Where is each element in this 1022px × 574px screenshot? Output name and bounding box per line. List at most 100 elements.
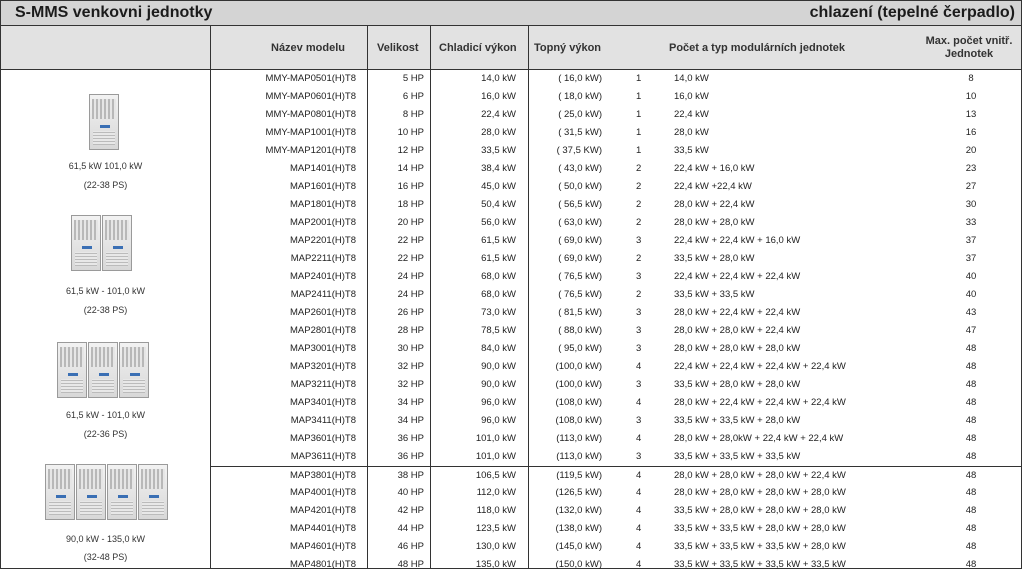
cell-count: 4 xyxy=(636,470,642,481)
cell-modules: 28,0 kW + 28,0 kW xyxy=(674,217,755,228)
cell-modules: 22,4 kW + 22,4 kW + 22,4 kW xyxy=(674,271,801,282)
cell-heating: ( 43,0 kW) xyxy=(558,163,602,174)
cell-model: MAP4801(H)T8 xyxy=(290,559,356,570)
cell-cooling: 101,0 kW xyxy=(475,451,516,462)
cell-model: MAP4201(H)T8 xyxy=(290,505,356,516)
cell-max: 48 xyxy=(965,451,977,462)
cell-heating: ( 95,0 kW) xyxy=(558,343,602,354)
cell-model: MAP3001(H)T8 xyxy=(290,343,356,354)
cell-max: 37 xyxy=(965,235,977,246)
cell-size: 8 HP xyxy=(402,109,424,120)
cell-model: MAP3611(H)T8 xyxy=(290,451,356,462)
cell-modules: 33,5 kW + 28,0 kW + 28,0 kW + 28,0 kW xyxy=(674,505,846,516)
cell-size: 20 HP xyxy=(397,217,424,228)
cell-model: MAP1401(H)T8 xyxy=(290,163,356,174)
cell-modules: 33,5 kW + 33,5 kW + 28,0 kW + 28,0 kW xyxy=(674,523,846,534)
spec-table-page: S-MMS venkovni jednotky chlazení (tepeln… xyxy=(0,0,1022,570)
table-row: MAP2401(H)T8 24 HP 68,0 kW ( 76,5 kW) 3 22,4 … xyxy=(211,268,1021,286)
cell-max: 48 xyxy=(965,470,977,481)
cell-size: 38 HP xyxy=(397,470,424,481)
outdoor-unit-single-icon xyxy=(89,94,119,150)
cell-max: 20 xyxy=(965,145,977,156)
cell-heating: ( 31,5 kW) xyxy=(558,127,602,138)
table-row: MAP1801(H)T8 18 HP 50,4 kW ( 56,5 kW) 2 28,0 … xyxy=(211,196,1021,214)
table-row: MAP1401(H)T8 14 HP 38,4 kW ( 43,0 kW) 2 22,4 … xyxy=(211,160,1021,178)
group-3-ps: (22-36 PS) xyxy=(83,429,128,439)
cell-cooling: 56,0 kW xyxy=(481,217,516,228)
cell-modules: 33,5 kW + 28,0 kW + 28,0 kW xyxy=(674,379,801,390)
header-modules: Počet a typ modulárních jednotek xyxy=(669,41,846,54)
outdoor-unit-double-icon xyxy=(71,215,132,271)
cell-count: 1 xyxy=(636,145,642,156)
cell-cooling: 33,5 kW xyxy=(481,145,516,156)
cell-cooling: 22,4 kW xyxy=(481,109,516,120)
cell-modules: 28,0 kW + 28,0 kW + 22,4 kW xyxy=(674,325,801,336)
cell-count: 2 xyxy=(636,253,642,264)
cell-heating: (113,0 kW) xyxy=(556,433,602,444)
cell-max: 30 xyxy=(965,199,977,210)
cell-cooling: 16,0 kW xyxy=(481,91,516,102)
outdoor-unit-quad-icon xyxy=(45,464,168,520)
cell-model: MAP3801(H)T8 xyxy=(290,470,356,481)
table-row: MAP3601(H)T8 36 HP 101,0 kW (113,0 kW) 4 28,0… xyxy=(211,430,1021,448)
cell-size: 24 HP xyxy=(397,289,424,300)
table-row: MMY-MAP1201(H)T8 12 HP 33,5 kW ( 37,5 KW) 1 3… xyxy=(211,142,1021,160)
cell-heating: ( 56,5 kW) xyxy=(558,199,602,210)
cell-max: 40 xyxy=(965,271,977,282)
cell-max: 48 xyxy=(965,433,977,444)
table-row: MAP3801(H)T8 38 HP 106,5 kW (119,5 kW) 4 28,0… xyxy=(211,466,1021,484)
cell-count: 4 xyxy=(636,505,642,516)
cell-cooling: 50,4 kW xyxy=(481,199,516,210)
cell-size: 10 HP xyxy=(397,127,424,138)
cell-heating: ( 63,0 kW) xyxy=(558,217,602,228)
table-row: MAP3201(H)T8 32 HP 90,0 kW (100,0 kW) 4 22,4 … xyxy=(211,358,1021,376)
cell-max: 48 xyxy=(965,397,977,408)
table-row: MAP4201(H)T8 42 HP 118,0 kW (132,0 kW) 4 33,5… xyxy=(211,502,1021,520)
cell-size: 46 HP xyxy=(397,541,424,552)
cell-size: 36 HP xyxy=(397,433,424,444)
cell-model: MAP4001(H)T8 xyxy=(290,487,356,498)
cell-model: MAP4601(H)T8 xyxy=(290,541,356,552)
cell-size: 32 HP xyxy=(397,379,424,390)
cell-count: 4 xyxy=(636,433,642,444)
cell-count: 1 xyxy=(636,73,642,84)
cell-heating: ( 76,5 kW) xyxy=(558,289,602,300)
cell-count: 3 xyxy=(636,415,642,426)
table-header: Název modelu Velikost Chladicí výkon Top… xyxy=(1,26,1021,70)
cell-cooling: 96,0 kW xyxy=(481,397,516,408)
cell-size: 42 HP xyxy=(397,505,424,516)
cell-heating: (138,0 kW) xyxy=(555,523,602,534)
cell-cooling: 123,5 kW xyxy=(475,523,516,534)
cell-size: 22 HP xyxy=(397,253,424,264)
cell-model: MAP2201(H)T8 xyxy=(290,235,356,246)
cell-model: MAP3201(H)T8 xyxy=(290,361,356,372)
cell-size: 12 HP xyxy=(397,145,424,156)
cell-heating: ( 69,0 kW) xyxy=(558,235,602,246)
cell-modules: 22,4 kW xyxy=(674,109,709,120)
cell-cooling: 14,0 kW xyxy=(481,73,516,84)
cell-model: MAP3601(H)T8 xyxy=(290,433,356,444)
group-1-range: 61,5 kW 101,0 kW xyxy=(68,161,143,171)
cell-modules: 28,0 kW + 28,0 kW + 28,0 kW + 22,4 kW xyxy=(674,470,846,481)
cell-modules: 33,5 kW + 33,5 kW + 28,0 kW xyxy=(674,415,801,426)
cell-max: 27 xyxy=(965,181,977,192)
header-max-line1: Max. počet vnitř. xyxy=(925,34,1013,47)
cell-model: MAP3411(H)T8 xyxy=(290,415,356,426)
cell-size: 40 HP xyxy=(397,487,424,498)
cell-modules: 22,4 kW + 16,0 kW xyxy=(674,163,755,174)
group-2-ps: (22-38 PS) xyxy=(83,305,128,315)
header-cooling: Chladicí výkon xyxy=(439,41,517,54)
cell-count: 3 xyxy=(636,451,642,462)
table-row: MAP2801(H)T8 28 HP 78,5 kW ( 88,0 kW) 3 28,0 … xyxy=(211,322,1021,340)
cell-model: MMY-MAP0801(H)T8 xyxy=(265,109,356,120)
cell-max: 48 xyxy=(965,523,977,534)
cell-cooling: 90,0 kW xyxy=(481,361,516,372)
cell-size: 32 HP xyxy=(397,361,424,372)
cell-max: 8 xyxy=(968,73,974,84)
cell-max: 48 xyxy=(965,487,977,498)
cell-count: 4 xyxy=(636,559,642,570)
cell-modules: 22,4 kW + 22,4 kW + 16,0 kW xyxy=(674,235,801,246)
cell-max: 43 xyxy=(965,307,977,318)
cell-size: 28 HP xyxy=(397,325,424,336)
cell-heating: ( 16,0 kW) xyxy=(558,73,602,84)
